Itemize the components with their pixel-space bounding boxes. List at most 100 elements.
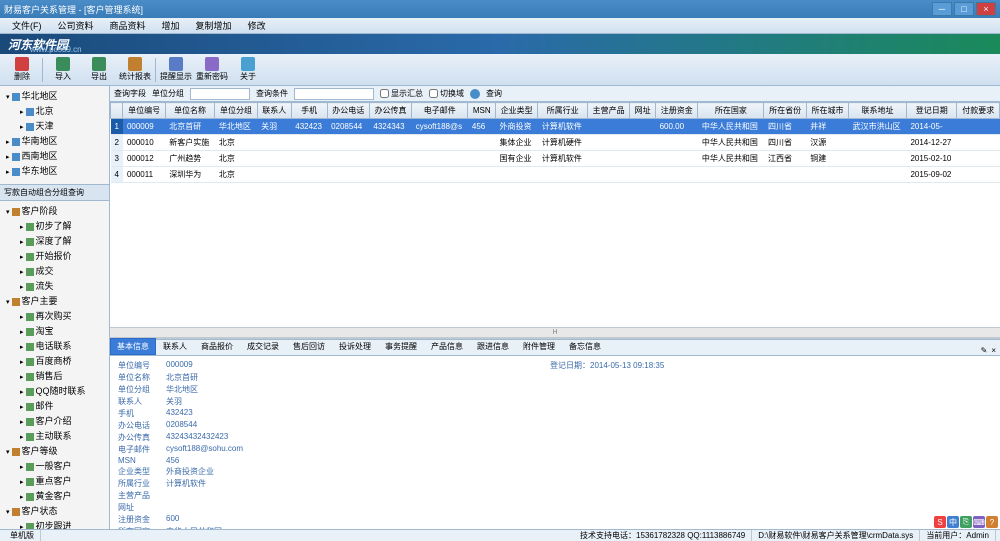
column-header[interactable]: 登记日期 — [906, 103, 957, 119]
detail-tab[interactable]: 投诉处理 — [332, 338, 378, 355]
column-header[interactable]: 所在城市 — [806, 103, 848, 119]
status-item[interactable]: 电话联系 — [2, 338, 107, 353]
filter-group-input[interactable] — [190, 88, 250, 100]
switch-domain-checkbox[interactable]: 切换域 — [429, 88, 464, 99]
status-item[interactable]: 销售后 — [2, 368, 107, 383]
menu-item[interactable]: 修改 — [240, 19, 274, 32]
region-child[interactable]: 北京 — [2, 103, 107, 118]
region-node[interactable]: 华东地区 — [2, 163, 107, 178]
tray-icon[interactable]: ? — [986, 516, 998, 528]
status-item[interactable]: 流失 — [2, 278, 107, 293]
tray-icon[interactable]: S — [934, 516, 946, 528]
status-item[interactable]: 邮件 — [2, 398, 107, 413]
column-header[interactable]: 办公传真 — [369, 103, 411, 119]
table-row[interactable]: 4000011深圳华为北京2015-09-02 — [111, 167, 1000, 183]
status-item[interactable]: 深度了解 — [2, 233, 107, 248]
detail-tab[interactable]: 跟进信息 — [470, 338, 516, 355]
status-item[interactable]: 初步了解 — [2, 218, 107, 233]
detail-tab[interactable]: 附件管理 — [516, 338, 562, 355]
detail-edit-icon[interactable]: ✎ — [981, 346, 988, 355]
column-header[interactable]: 单位编号 — [123, 103, 165, 119]
status-group[interactable]: 客户主要 — [2, 293, 107, 308]
status-item[interactable]: 成交 — [2, 263, 107, 278]
item-icon — [26, 418, 34, 426]
menu-item[interactable]: 文件(F) — [4, 19, 50, 32]
toolbar-重新密码[interactable]: 重新密码 — [194, 56, 230, 84]
region-child[interactable]: 天津 — [2, 118, 107, 133]
detail-tab[interactable]: 备忘信息 — [562, 338, 608, 355]
minimize-button[interactable]: ─ — [932, 2, 952, 16]
status-item[interactable]: 淘宝 — [2, 323, 107, 338]
status-item[interactable]: 黄金客户 — [2, 488, 107, 503]
status-group[interactable]: 客户等级 — [2, 443, 107, 458]
table-row[interactable]: 2000010新客户实施北京集体企业计算机硬件中华人民共和国四川省汉源2014-… — [111, 135, 1000, 151]
column-header[interactable]: 单位分组 — [215, 103, 257, 119]
tray-icon[interactable]: ⎘ — [960, 516, 972, 528]
column-header[interactable]: 所在国家 — [698, 103, 764, 119]
column-header[interactable]: 主营产品 — [587, 103, 629, 119]
detail-tab[interactable]: 联系人 — [156, 338, 194, 355]
status-item[interactable]: 客户介绍 — [2, 413, 107, 428]
status-item[interactable]: 一般客户 — [2, 458, 107, 473]
status-item[interactable]: 开始报价 — [2, 248, 107, 263]
table-row[interactable]: 3000012广州趋势北京国有企业计算机软件中华人民共和国江西省铜建2015-0… — [111, 151, 1000, 167]
status-group[interactable]: 客户状态 — [2, 503, 107, 518]
status-item[interactable]: 初步跟进 — [2, 518, 107, 529]
show-summary-checkbox[interactable]: 显示汇总 — [380, 88, 423, 99]
status-item[interactable]: QQ随时联系 — [2, 383, 107, 398]
toolbar-导入[interactable]: 导入 — [45, 56, 81, 84]
status-item[interactable]: 主动联系 — [2, 428, 107, 443]
column-header[interactable]: 所在省份 — [764, 103, 806, 119]
folder-icon — [12, 168, 20, 176]
customer-grid[interactable]: 单位编号单位名称单位分组联系人手机办公电话办公传真电子邮件MSN企业类型所属行业… — [110, 102, 1000, 183]
window-buttons: ─ □ × — [932, 2, 996, 16]
toolbar-提醒显示[interactable]: 提醒显示 — [158, 56, 194, 84]
region-tree: 华北地区北京天津华南地区西南地区华东地区 — [0, 86, 109, 180]
detail-tab[interactable]: 基本信息 — [110, 338, 156, 355]
maximize-button[interactable]: □ — [954, 2, 974, 16]
toolbar-统计报表[interactable]: 统计报表 — [117, 56, 153, 84]
status-user: 当前用户：Admin — [920, 530, 996, 541]
column-header[interactable] — [111, 103, 123, 119]
status-item[interactable]: 百度商桥 — [2, 353, 107, 368]
menu-item[interactable]: 复制增加 — [188, 19, 240, 32]
tray-icon[interactable]: ⌨ — [973, 516, 985, 528]
status-group[interactable]: 客户阶段 — [2, 203, 107, 218]
column-header[interactable]: 企业类型 — [496, 103, 538, 119]
close-button[interactable]: × — [976, 2, 996, 16]
detail-close-icon[interactable]: × — [991, 346, 996, 355]
column-header[interactable]: 电子邮件 — [412, 103, 468, 119]
menu-item[interactable]: 公司资料 — [50, 19, 102, 32]
region-node[interactable]: 西南地区 — [2, 148, 107, 163]
column-header[interactable]: 手机 — [291, 103, 327, 119]
banner-url: www.pc539.cn — [30, 45, 82, 54]
tray-icon[interactable]: 中 — [947, 516, 959, 528]
column-header[interactable]: 单位名称 — [165, 103, 215, 119]
region-node[interactable]: 华南地区 — [2, 133, 107, 148]
detail-tab[interactable]: 商品报价 — [194, 338, 240, 355]
toolbar-导出[interactable]: 导出 — [81, 56, 117, 84]
horizontal-scrollbar[interactable]: H — [110, 327, 1000, 337]
filter-cond-input[interactable] — [294, 88, 374, 100]
status-item[interactable]: 重点客户 — [2, 473, 107, 488]
detail-tab[interactable]: 事务提醒 — [378, 338, 424, 355]
column-header[interactable]: 付款要求 — [957, 103, 1000, 119]
column-header[interactable]: 办公电话 — [327, 103, 369, 119]
status-item[interactable]: 再次购买 — [2, 308, 107, 323]
region-node[interactable]: 华北地区 — [2, 88, 107, 103]
menu-item[interactable]: 商品资料 — [102, 19, 154, 32]
column-header[interactable]: 联系人 — [257, 103, 291, 119]
column-header[interactable]: 注册资金 — [656, 103, 698, 119]
column-header[interactable]: 网址 — [630, 103, 656, 119]
query-icon[interactable] — [470, 89, 480, 99]
detail-tab[interactable]: 成交记录 — [240, 338, 286, 355]
table-row[interactable]: 1000009北京首研华北地区关羽43242302085444324343cys… — [111, 119, 1000, 135]
toolbar-删除[interactable]: 删除 — [4, 56, 40, 84]
toolbar-关于[interactable]: 关于 — [230, 56, 266, 84]
column-header[interactable]: 所属行业 — [538, 103, 588, 119]
detail-tab[interactable]: 售后回访 — [286, 338, 332, 355]
column-header[interactable]: 联系地址 — [849, 103, 907, 119]
detail-tab[interactable]: 产品信息 — [424, 338, 470, 355]
column-header[interactable]: MSN — [468, 103, 496, 119]
menu-item[interactable]: 增加 — [154, 19, 188, 32]
